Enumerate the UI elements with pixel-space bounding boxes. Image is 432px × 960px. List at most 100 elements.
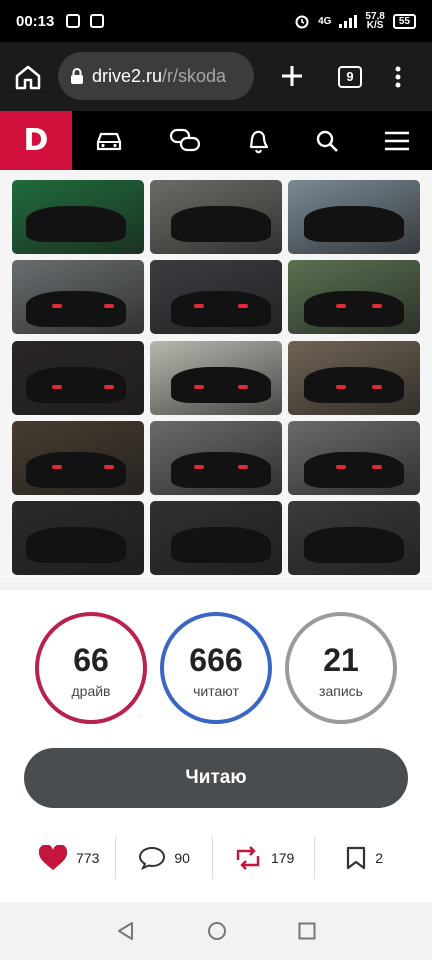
photo-tile[interactable] (288, 260, 420, 334)
sim-notification-icon (90, 14, 105, 28)
car-silhouette (171, 452, 271, 488)
like-button[interactable]: 773 (38, 845, 99, 871)
photo-tile[interactable] (150, 260, 282, 334)
url-path: /r/skoda (162, 65, 227, 86)
car-icon (97, 132, 122, 150)
drive-count: 66 (73, 642, 109, 678)
tail-light (52, 304, 62, 308)
photo-tile[interactable] (12, 421, 144, 495)
photo-tile[interactable] (288, 421, 420, 495)
nav-menu[interactable] (384, 131, 410, 151)
tail-light (372, 385, 382, 389)
signal-icon (339, 14, 358, 28)
android-nav-bar (0, 902, 432, 960)
posts-label: запись (319, 683, 363, 699)
tail-light (372, 465, 382, 469)
tail-light (336, 385, 346, 389)
car-silhouette (26, 291, 126, 327)
nav-cars[interactable] (94, 130, 124, 152)
home-button[interactable] (14, 64, 42, 95)
tail-light (104, 465, 114, 469)
car-silhouette (26, 452, 126, 488)
photo-tile[interactable] (150, 421, 282, 495)
app-notification-icon (66, 14, 81, 28)
alarm-icon (295, 15, 309, 29)
nav-search[interactable] (315, 129, 339, 153)
lock-icon (70, 67, 84, 85)
photo-tile[interactable] (150, 341, 282, 415)
repost-count: 179 (270, 850, 295, 866)
car-silhouette (304, 367, 404, 403)
tail-light (194, 385, 204, 389)
car-silhouette (171, 367, 271, 403)
nav-messages[interactable] (169, 128, 201, 154)
network-type: 4G (318, 15, 332, 27)
readers-count: 666 (189, 642, 243, 678)
browser-menu-button[interactable] (394, 66, 402, 93)
car-silhouette (171, 206, 271, 242)
photo-tile[interactable] (12, 341, 144, 415)
url-bar[interactable]: drive2.ru/r/skoda (58, 52, 254, 100)
status-bar: 00:13 4G 57,8 K/S 55 (0, 0, 432, 42)
photo-tile[interactable] (288, 180, 420, 254)
bookmark-count: 2 (375, 850, 384, 866)
drive-stat[interactable]: 66 драйв (35, 612, 147, 724)
home-icon (15, 65, 41, 90)
action-bar: 773 90 179 2 (0, 836, 432, 880)
photo-tile[interactable] (12, 180, 144, 254)
divider (211, 837, 213, 879)
home-nav-icon[interactable] (207, 921, 227, 941)
tail-light (372, 304, 382, 308)
divider (314, 837, 316, 879)
tail-light (336, 465, 346, 469)
posts-count: 21 (323, 642, 359, 678)
nav-notifications[interactable] (245, 127, 271, 155)
photo-tile[interactable] (288, 341, 420, 415)
browser-toolbar: drive2.ru/r/skoda 9 (0, 42, 432, 111)
like-count: 773 (76, 850, 100, 866)
car-silhouette (304, 527, 404, 563)
bell-icon (249, 130, 269, 153)
readers-stat[interactable]: 666 читают (160, 612, 272, 724)
tail-light (238, 465, 248, 469)
divider (115, 837, 117, 879)
tail-light (104, 304, 114, 308)
tail-light (336, 304, 346, 308)
photo-tile[interactable] (150, 180, 282, 254)
notification-icons (66, 14, 105, 28)
tab-switcher-button[interactable]: 9 (338, 66, 362, 88)
repost-button[interactable]: 179 (233, 846, 294, 870)
repost-icon (236, 846, 260, 870)
site-nav: D (0, 111, 432, 170)
back-icon[interactable] (116, 921, 136, 941)
net-speed-unit: K/S (366, 20, 384, 31)
read-button[interactable]: Читаю (24, 748, 408, 808)
car-silhouette (26, 527, 126, 563)
photo-grid (0, 170, 432, 582)
bookmark-button[interactable]: 2 (345, 846, 383, 870)
photo-tile[interactable] (150, 501, 282, 575)
tail-light (238, 385, 248, 389)
comment-button[interactable]: 90 (138, 846, 190, 870)
recents-icon[interactable] (298, 922, 316, 940)
posts-stat[interactable]: 21 запись (285, 612, 397, 724)
drive2-logo[interactable]: D (0, 111, 72, 170)
blog-stats-card: 66 драйв 666 читают 21 запись Читаю 773 … (0, 590, 432, 902)
photo-tile[interactable] (12, 260, 144, 334)
car-silhouette (171, 291, 271, 327)
photo-tile[interactable] (12, 501, 144, 575)
plus-icon (282, 66, 302, 86)
comment-icon (139, 846, 166, 870)
photo-tile[interactable] (288, 501, 420, 575)
status-time: 00:13 (16, 12, 55, 30)
tail-light (238, 304, 248, 308)
heart-icon (38, 845, 68, 870)
url-host: drive2.ru (92, 65, 163, 86)
tail-light (194, 465, 204, 469)
tail-light (52, 465, 62, 469)
status-right: 4G 57,8 K/S 55 (294, 12, 416, 31)
car-silhouette (171, 527, 271, 563)
battery-icon: 55 (392, 13, 416, 29)
new-tab-button[interactable] (280, 64, 304, 93)
net-speed: 57,8 K/S (365, 12, 384, 31)
